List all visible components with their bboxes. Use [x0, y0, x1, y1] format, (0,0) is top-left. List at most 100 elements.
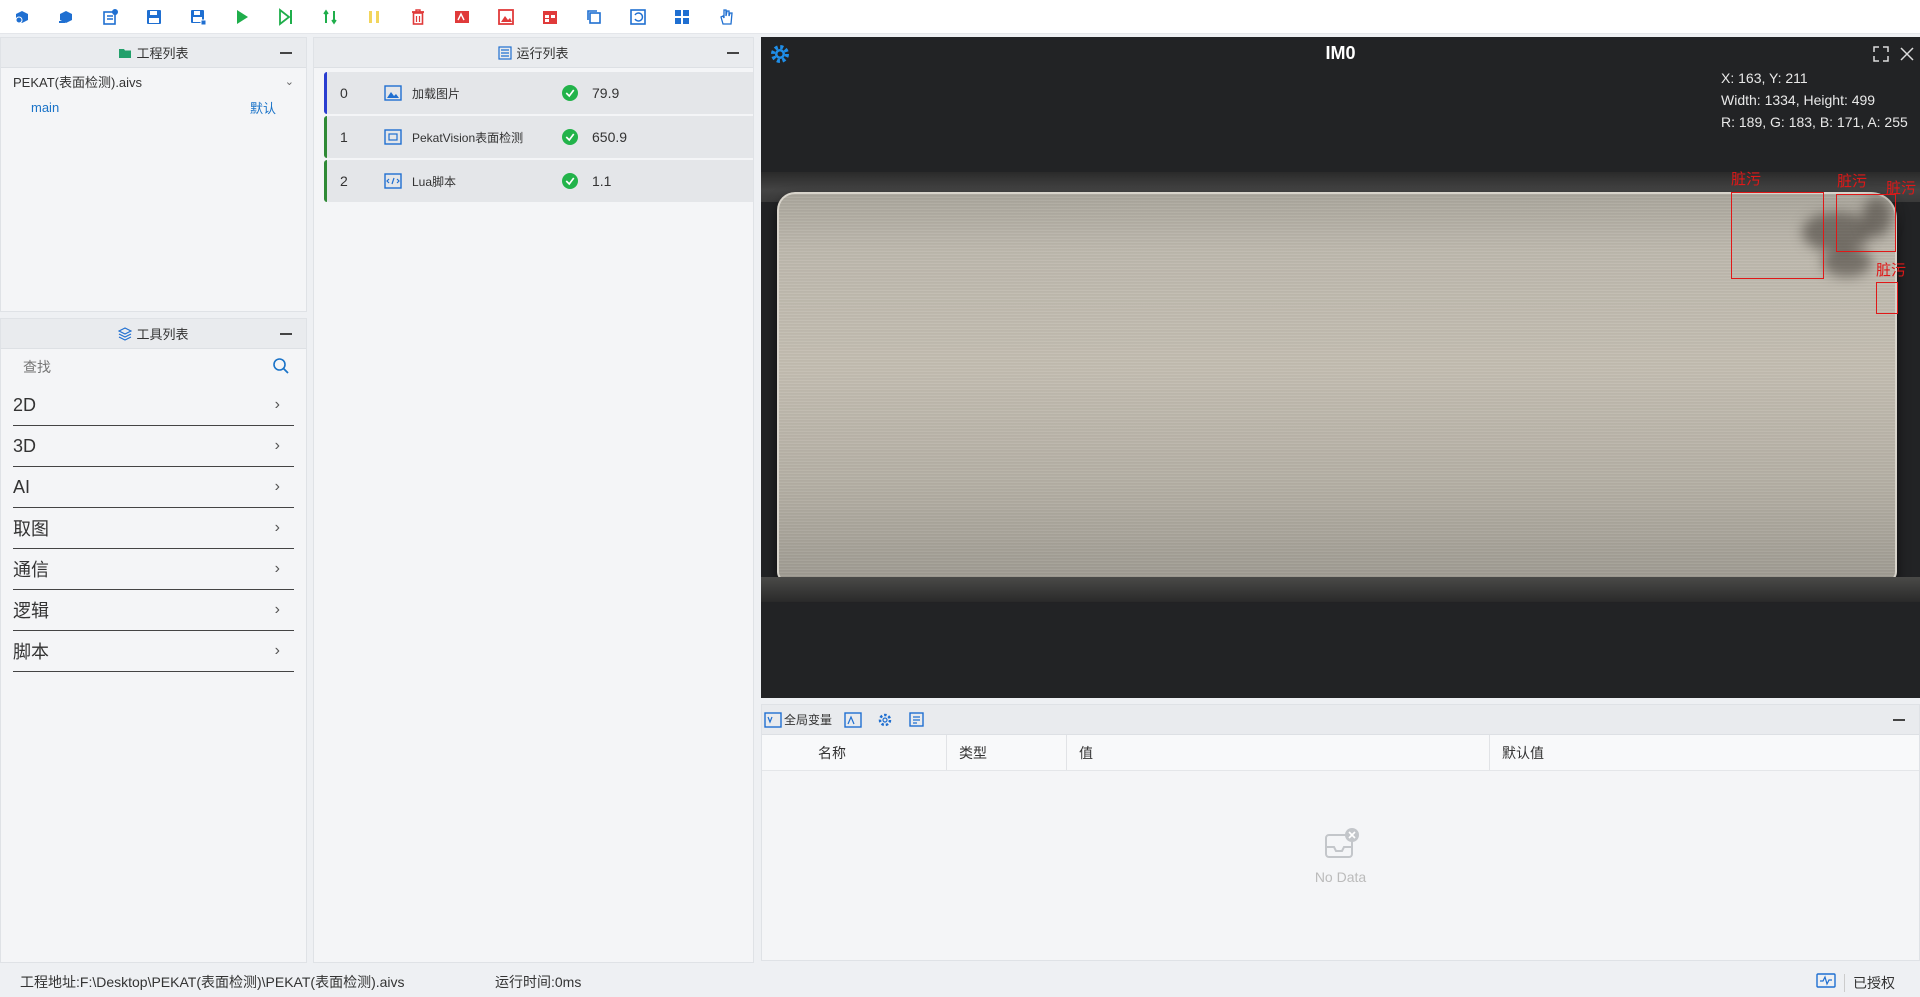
defect-label: 脏污 [1837, 173, 1868, 190]
run-item[interactable]: 2 Lua脚本 1.1 [324, 160, 753, 202]
tool-panel-title: 工具列表 [136, 327, 189, 342]
empty-state-text: No Data [1314, 869, 1367, 885]
column-header-default[interactable]: 默认值 [1490, 735, 1919, 770]
save-icon[interactable] [142, 5, 166, 29]
minimize-button[interactable] [727, 52, 739, 54]
tool-category-script[interactable]: 脚本 › [13, 631, 294, 672]
project-main-tag: 默认 [249, 100, 276, 116]
defect-label: 脏污 [1876, 262, 1907, 279]
global-variables-label: 全局变量 [784, 713, 833, 727]
status-bar-right: 已授权 [1816, 972, 1895, 993]
tool-category-label: 取图 [13, 519, 49, 539]
image-size: Width: 1334, Height: 499 [1721, 92, 1876, 108]
image-text-icon[interactable] [450, 5, 474, 29]
pixel-info: X: 163, Y: 211 Width: 1334, Height: 499 … [1721, 67, 1916, 133]
new-project-icon[interactable] [10, 5, 34, 29]
column-header-value[interactable]: 值 [1067, 735, 1490, 770]
vision-icon [384, 128, 402, 146]
check-icon [562, 173, 578, 189]
project-settings-icon[interactable] [98, 5, 122, 29]
close-icon[interactable] [1898, 45, 1916, 63]
open-project-icon[interactable] [54, 5, 78, 29]
separator [1844, 973, 1845, 992]
inspected-part-image [777, 192, 1897, 582]
settings-tab[interactable] [876, 707, 896, 733]
tool-panel: 工具列表 2D › 3D › AI › 取图 › 通信 › 逻辑 › 脚本 › [0, 318, 307, 963]
tool-category-3d[interactable]: 3D › [13, 426, 294, 467]
monitor-icon[interactable] [1816, 972, 1836, 993]
minimize-button[interactable] [280, 52, 292, 54]
tool-category-logic[interactable]: 逻辑 › [13, 590, 294, 631]
chevron-right-icon: › [274, 642, 280, 659]
run-item-time: 1.1 [592, 173, 612, 189]
loop-run-icon[interactable] [318, 5, 342, 29]
column-header-name[interactable]: 名称 [762, 735, 947, 770]
image-edge-bottom [761, 577, 1920, 602]
tool-category-2d[interactable]: 2D › [13, 385, 294, 426]
fullscreen-icon[interactable] [1872, 45, 1890, 63]
empty-state: No Data [762, 825, 1919, 885]
variables-table-header: 名称 类型 值 默认值 [762, 735, 1919, 771]
layers-icon [118, 326, 133, 341]
tool-category-label: 2D [13, 394, 37, 415]
run-once-icon[interactable] [274, 5, 298, 29]
check-icon [562, 129, 578, 145]
copy-icon[interactable] [582, 5, 606, 29]
run-item-name: Lua脚本 [412, 174, 457, 189]
hand-icon[interactable] [714, 5, 738, 29]
run-item[interactable]: 0 加载图片 79.9 [324, 72, 753, 114]
run-item-index: 2 [340, 173, 348, 189]
project-main-label: main [31, 99, 60, 115]
chevron-right-icon: › [274, 478, 280, 495]
search-icon[interactable] [272, 357, 290, 378]
chevron-down-icon[interactable]: ⌄ [285, 75, 294, 88]
image-icon [384, 84, 402, 102]
column-header-type[interactable]: 类型 [947, 735, 1067, 770]
defect-label: 脏污 [1731, 171, 1762, 188]
minimize-button[interactable] [280, 333, 292, 335]
project-file-name: PEKAT(表面检测).aivs [13, 74, 143, 90]
image-view[interactable]: 脏污 脏污 脏污 脏污 IM0 X: 163, Y: 211 Width: 13… [761, 37, 1920, 698]
variable-icon [764, 711, 782, 728]
defect-box[interactable] [1731, 192, 1824, 279]
image-icon[interactable] [494, 5, 518, 29]
run-item-name: PekatVision表面检测 [412, 130, 524, 145]
defect-box[interactable] [1876, 282, 1898, 314]
project-main-item[interactable]: main 默认 [1, 94, 306, 120]
tool-category-ai[interactable]: AI › [13, 467, 294, 508]
tool-panel-header: 工具列表 [1, 319, 306, 349]
tool-category-acquire[interactable]: 取图 › [13, 508, 294, 549]
run-panel-title: 运行列表 [516, 46, 569, 61]
tool-category-label: 3D [13, 435, 37, 456]
global-variables-tab[interactable]: 全局变量 [764, 707, 832, 733]
refresh-icon[interactable] [626, 5, 650, 29]
chevron-right-icon: › [274, 519, 280, 536]
tool-category-comm[interactable]: 通信 › [13, 549, 294, 590]
run-time: 运行时间:0ms [495, 973, 582, 990]
tool-category-label: AI [13, 476, 31, 497]
empty-inbox-icon [1324, 828, 1359, 858]
save-as-icon[interactable] [186, 5, 210, 29]
main-toolbar [0, 0, 1920, 34]
layout-icon[interactable] [670, 5, 694, 29]
calendar-icon[interactable] [538, 5, 562, 29]
gear-icon [878, 713, 892, 726]
delete-icon[interactable] [406, 5, 430, 29]
chevron-right-icon: › [274, 601, 280, 618]
tool-search-input[interactable] [23, 359, 223, 375]
run-item-index: 0 [340, 85, 348, 101]
run-item[interactable]: 1 PekatVision表面检测 650.9 [324, 116, 753, 158]
log-tab[interactable] [908, 707, 928, 733]
folder-icon [118, 46, 132, 60]
minimize-button[interactable] [1893, 719, 1905, 721]
run-icon[interactable] [230, 5, 254, 29]
pause-icon[interactable] [362, 5, 386, 29]
image-view-title: IM0 [1325, 43, 1356, 63]
status-bar: 工程地址:F:\Desktop\PEKAT(表面检测)\PEKAT(表面检测).… [0, 966, 1920, 997]
check-icon [562, 85, 578, 101]
project-file-item[interactable]: PEKAT(表面检测).aivs ⌄ [1, 68, 306, 94]
log-icon [909, 711, 924, 727]
defect-box[interactable] [1836, 194, 1896, 252]
image-text-tab[interactable] [844, 707, 864, 733]
chevron-right-icon: › [274, 437, 280, 454]
